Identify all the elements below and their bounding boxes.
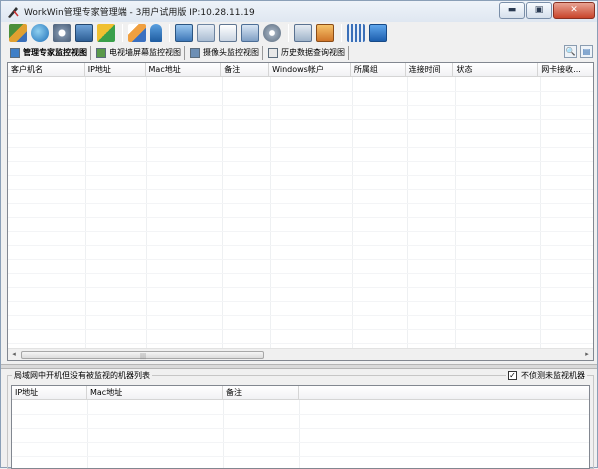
group-title: 局域网中开机但没有被监视的机器列表: [12, 370, 152, 381]
app-logo-icon: [6, 5, 20, 19]
history-icon: [268, 47, 278, 58]
keyboard-icon[interactable]: [347, 24, 365, 42]
scroll-right-icon[interactable]: ▸: [581, 349, 593, 360]
column-header[interactable]: 所属组: [351, 63, 406, 77]
disk-icon[interactable]: [263, 24, 281, 42]
tab-tv-wall[interactable]: 电视墙屏幕监控视图: [93, 45, 185, 60]
horizontal-scrollbar[interactable]: ◂ ||| ▸: [8, 348, 593, 360]
close-button[interactable]: ✕: [553, 2, 595, 19]
monitor-user-icon[interactable]: [75, 24, 93, 42]
client-table-body: [8, 77, 593, 348]
tab-camera[interactable]: 摄像头监控视图: [187, 45, 263, 60]
tab-history[interactable]: 历史数据查询视图: [265, 45, 349, 60]
scrollbar-thumb[interactable]: |||: [21, 351, 264, 360]
column-header[interactable]: 连接时间: [406, 63, 454, 77]
panel-splitter[interactable]: [1, 364, 597, 369]
camera-icon: [190, 47, 200, 58]
tab-label: 摄像头监控视图: [203, 48, 259, 57]
list-view-icon[interactable]: ▤: [580, 45, 593, 58]
notepad-icon[interactable]: [294, 24, 312, 42]
maximize-icon: ▣: [534, 5, 544, 15]
tab-expert-monitor[interactable]: 管理专家监控视图: [7, 45, 91, 60]
books-icon[interactable]: [9, 24, 27, 42]
maximize-button[interactable]: ▣: [526, 2, 552, 19]
monitor-view-icon: [10, 47, 20, 58]
toolbar-separator: [169, 24, 170, 42]
tab-label: 电视墙屏幕监控视图: [109, 48, 181, 57]
minimize-icon: ▬: [507, 5, 517, 15]
document-edit-icon[interactable]: [219, 24, 237, 42]
column-header[interactable]: Mac地址: [87, 386, 223, 400]
column-header[interactable]: Mac地址: [146, 63, 222, 77]
globe-icon[interactable]: [31, 24, 49, 42]
column-header[interactable]: IP地址: [12, 386, 87, 400]
column-header[interactable]: IP地址: [85, 63, 146, 77]
column-header[interactable]: 网卡接收...: [538, 63, 593, 77]
unmonitored-table-body: [12, 400, 589, 468]
scrollbar-grip-icon: |||: [140, 353, 147, 360]
no-detect-checkbox-wrap[interactable]: ✓ 不侦测未监视机器: [506, 370, 587, 381]
mail-icon[interactable]: [197, 24, 215, 42]
unmonitored-machines-group: 局域网中开机但没有被监视的机器列表 ✓ 不侦测未监视机器 IP地址 Mac地址 …: [7, 370, 594, 469]
toolbar-separator: [288, 24, 289, 42]
column-header[interactable]: 状态: [453, 63, 539, 77]
title-bar[interactable]: WorkWin管理专家管理端 - 3用户试用版 IP:10.28.11.19 ▬…: [1, 1, 597, 22]
column-header[interactable]: 客户机名: [8, 63, 85, 77]
app-window: WorkWin管理专家管理端 - 3用户试用版 IP:10.28.11.19 ▬…: [0, 0, 598, 469]
client-table: 客户机名 IP地址 Mac地址 备注 Windows帐户 所属组 连接时间 状态…: [7, 62, 594, 361]
close-icon: ✕: [570, 5, 578, 15]
no-detect-checkbox[interactable]: ✓: [508, 371, 517, 380]
settings-gear-icon[interactable]: [53, 24, 71, 42]
tab-label: 历史数据查询视图: [281, 48, 345, 57]
unmonitored-table: IP地址 Mac地址 备注: [11, 385, 590, 469]
pin-icon[interactable]: [150, 24, 162, 42]
unmonitored-table-header: IP地址 Mac地址 备注: [12, 386, 589, 400]
tv-wall-icon: [96, 47, 106, 58]
toolbar-separator: [341, 24, 342, 42]
no-detect-checkbox-label[interactable]: 不侦测未监视机器: [521, 370, 585, 381]
toolbar: [1, 22, 597, 44]
view-tabs: 管理专家监控视图 电视墙屏幕监控视图 摄像头监控视图 历史数据查询视图 🔍 ▤: [1, 45, 597, 60]
window-title: WorkWin管理专家管理端 - 3用户试用版 IP:10.28.11.19: [24, 8, 255, 18]
puzzle-icon[interactable]: [97, 24, 115, 42]
toolbar-separator: [122, 24, 123, 42]
minimize-button[interactable]: ▬: [499, 2, 525, 19]
scroll-left-icon[interactable]: ◂: [8, 349, 20, 360]
column-header[interactable]: Windows帐户: [269, 63, 351, 77]
edit-pencil-icon[interactable]: [128, 24, 146, 42]
client-table-header: 客户机名 IP地址 Mac地址 备注 Windows帐户 所属组 连接时间 状态…: [8, 63, 593, 77]
column-header[interactable]: 备注: [223, 386, 299, 400]
column-header[interactable]: 备注: [221, 63, 270, 77]
computer-icon[interactable]: [175, 24, 193, 42]
windows-icon[interactable]: [241, 24, 259, 42]
transfer-icon[interactable]: [316, 24, 334, 42]
info-icon[interactable]: [369, 24, 387, 42]
search-icon[interactable]: 🔍: [564, 45, 577, 58]
tab-label: 管理专家监控视图: [23, 48, 87, 57]
